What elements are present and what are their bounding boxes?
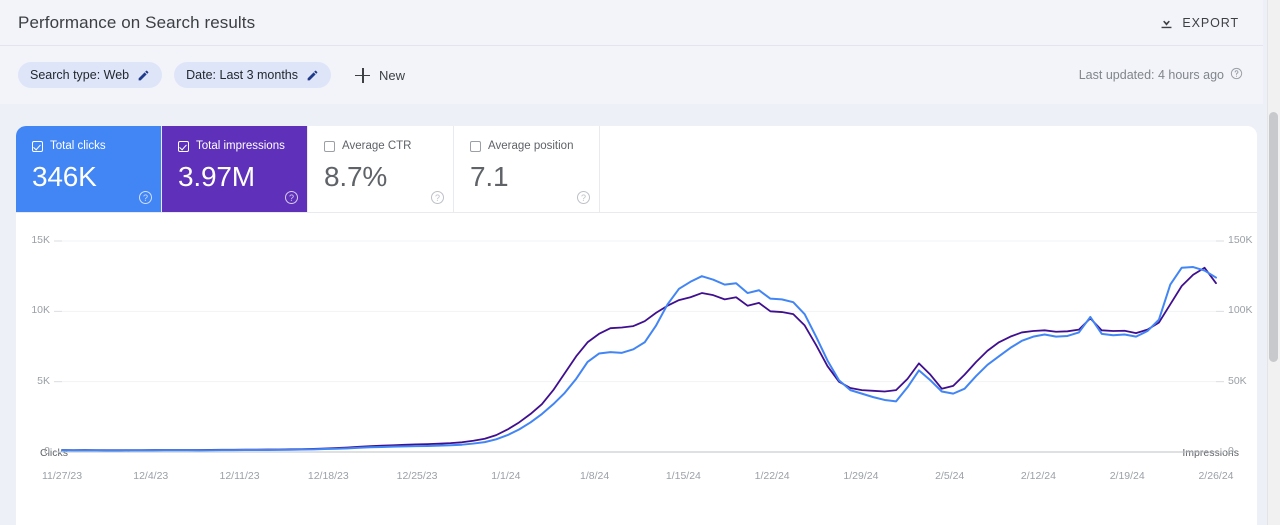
checkbox-unchecked-icon[interactable]	[470, 141, 481, 153]
y-axis-right-tick: 150K	[1228, 234, 1253, 246]
x-axis-tick: 1/22/24	[754, 470, 790, 482]
add-new-filter-button[interactable]: New	[347, 64, 413, 87]
x-axis-tick: 2/19/24	[1109, 470, 1145, 482]
filter-chip-search-type[interactable]: Search type: Web	[18, 62, 163, 88]
metric-value: 3.97M	[178, 160, 255, 192]
y-axis-left-tick: 5K	[37, 374, 50, 387]
metric-tile-average-ctr-header: Average CTR	[324, 140, 453, 153]
y-axis-left-tick: 0	[44, 445, 50, 457]
pencil-icon[interactable]	[137, 69, 150, 82]
y-axis-right-tick: 100K	[1228, 304, 1253, 317]
download-icon	[1158, 14, 1175, 31]
x-axis-tick: 2/5/24	[935, 470, 965, 482]
y-axis-right-tick: 50K	[1228, 374, 1247, 387]
metric-label: Average position	[488, 140, 574, 152]
checkbox-unchecked-icon[interactable]	[324, 141, 335, 153]
help-circle-icon[interactable]: ?	[577, 191, 590, 204]
help-circle-icon[interactable]: ?	[431, 191, 444, 204]
metric-tile-total-impressions[interactable]: Total impressions 3.97M ?	[162, 126, 308, 212]
metric-tile-total-impressions-header: Total impressions	[178, 140, 307, 153]
metric-value: 7.1	[470, 160, 509, 192]
plus-icon	[355, 67, 371, 83]
filter-chip-search-type-label: Search type: Web	[30, 68, 130, 82]
y-axis-left-tick: 10K	[31, 304, 50, 317]
metric-tiles-filler	[600, 126, 1257, 212]
help-circle-icon[interactable]: ?	[285, 191, 298, 204]
metric-tiles: Total clicks 346K ? Total impressions 3.…	[16, 126, 1257, 212]
filter-chip-date-label: Date: Last 3 months	[186, 68, 299, 82]
filter-bar: Search type: Web Date: Last 3 months New…	[0, 46, 1263, 104]
x-axis-tick: 1/8/24	[580, 470, 610, 482]
help-circle-icon[interactable]	[1230, 67, 1243, 83]
metric-value: 346K	[32, 160, 97, 192]
metric-tile-total-clicks-header: Total clicks	[32, 140, 161, 153]
metric-tile-average-position[interactable]: Average position 7.1 ?	[454, 126, 600, 212]
pencil-icon[interactable]	[306, 69, 319, 82]
checkbox-checked-icon[interactable]	[178, 141, 189, 153]
metric-label: Total impressions	[196, 140, 285, 152]
x-axis-tick: 12/18/23	[307, 470, 349, 482]
vertical-scrollbar[interactable]	[1267, 0, 1280, 525]
export-button[interactable]: EXPORT	[1154, 8, 1243, 37]
performance-chart: Clicks Impressions 0 5K 10K 15K 0 50K 100K 150K…	[16, 213, 1257, 525]
x-axis-tick: 12/25/23	[396, 470, 438, 482]
export-label: EXPORT	[1182, 15, 1239, 30]
metric-tile-average-ctr[interactable]: Average CTR 8.7% ?	[308, 126, 454, 212]
page-header: Performance on Search results EXPORT	[0, 0, 1263, 45]
vertical-scrollbar-thumb[interactable]	[1269, 112, 1278, 362]
x-axis-tick: 1/1/24	[491, 470, 521, 482]
metric-tile-total-clicks[interactable]: Total clicks 346K ?	[16, 126, 162, 212]
y-axis-right-tick: 0	[1228, 445, 1234, 457]
checkbox-checked-icon[interactable]	[32, 141, 43, 153]
x-axis-tick: 11/27/23	[41, 470, 83, 482]
x-axis-tick: 1/15/24	[665, 470, 701, 482]
x-axis-tick: 2/12/24	[1020, 470, 1056, 482]
metric-value: 8.7%	[324, 160, 388, 192]
performance-card: Total clicks 346K ? Total impressions 3.…	[16, 126, 1257, 525]
metric-tile-average-position-header: Average position	[470, 140, 599, 153]
x-axis-tick: 2/26/24	[1198, 470, 1234, 482]
x-axis-tick: 1/29/24	[843, 470, 879, 482]
x-axis-tick: 12/4/23	[133, 470, 169, 482]
page-title: Performance on Search results	[18, 12, 256, 32]
y-axis-left-tick: 15K	[31, 234, 50, 246]
filter-chip-date[interactable]: Date: Last 3 months	[174, 62, 332, 88]
metric-label: Average CTR	[342, 140, 412, 152]
x-axis-tick: 12/11/23	[219, 470, 260, 482]
last-updated: Last updated: 4 hours ago	[1079, 67, 1243, 83]
add-new-filter-label: New	[379, 67, 406, 83]
last-updated-label: Last updated: 4 hours ago	[1078, 68, 1224, 82]
metric-label: Total clicks	[50, 140, 106, 152]
help-circle-icon[interactable]: ?	[139, 191, 152, 204]
